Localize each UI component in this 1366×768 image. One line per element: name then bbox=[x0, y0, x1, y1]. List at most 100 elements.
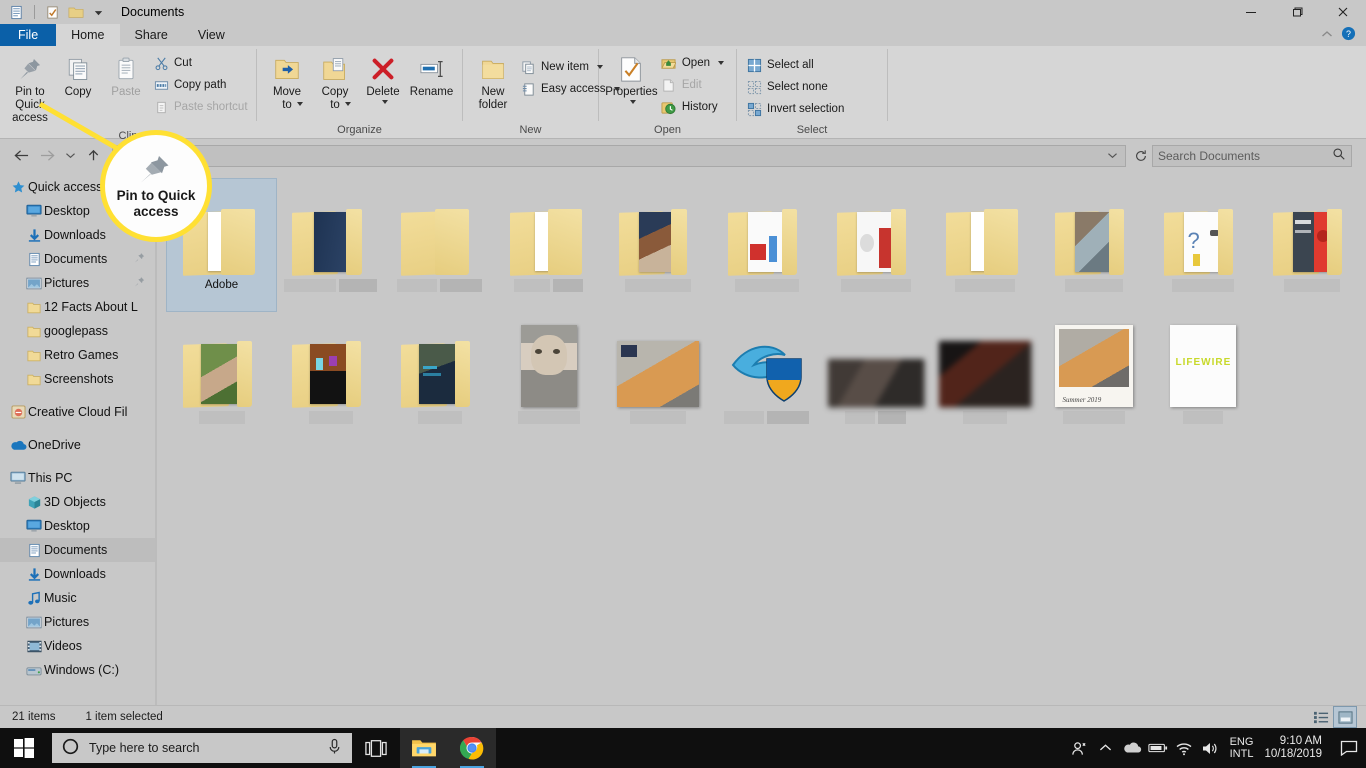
file-item[interactable]: Summer 2019 bbox=[1039, 311, 1148, 443]
pin-icon[interactable] bbox=[134, 252, 155, 266]
back-button[interactable] bbox=[8, 143, 34, 169]
new-folder-icon[interactable] bbox=[67, 4, 84, 21]
task-view-button[interactable] bbox=[352, 728, 400, 768]
file-explorer-button[interactable] bbox=[400, 728, 448, 768]
chevron-down-icon[interactable] bbox=[297, 102, 303, 106]
properties-button[interactable]: Properties bbox=[605, 50, 658, 106]
start-button[interactable] bbox=[0, 728, 48, 768]
details-view-button[interactable] bbox=[1310, 707, 1332, 727]
chrome-button[interactable] bbox=[448, 728, 496, 768]
tab-file[interactable]: File bbox=[0, 24, 57, 46]
open-button[interactable]: Open bbox=[658, 52, 730, 74]
sidebar-item-music[interactable]: Music bbox=[0, 586, 155, 610]
select-none-button[interactable]: Select none bbox=[743, 76, 850, 98]
tab-view[interactable]: View bbox=[183, 24, 240, 46]
action-center-button[interactable] bbox=[1332, 728, 1366, 768]
file-item[interactable] bbox=[494, 179, 603, 311]
search-input[interactable]: Search Documents bbox=[1158, 149, 1260, 163]
chevron-down-icon[interactable] bbox=[629, 100, 636, 104]
search-icon[interactable] bbox=[1332, 147, 1346, 164]
refresh-button[interactable] bbox=[1130, 146, 1152, 166]
file-item[interactable] bbox=[603, 311, 712, 443]
ribbon-collapse-icon[interactable] bbox=[1321, 28, 1333, 42]
history-button[interactable]: History bbox=[658, 96, 730, 118]
move-to-button[interactable]: Move to bbox=[263, 50, 311, 111]
edit-button[interactable]: Edit bbox=[658, 74, 730, 96]
customize-qat-icon[interactable] bbox=[90, 4, 107, 21]
language-indicator[interactable]: ENG INTL bbox=[1223, 736, 1261, 760]
address-bar[interactable]: Documents bbox=[112, 144, 1126, 167]
copy-button[interactable]: Copy bbox=[54, 50, 102, 101]
sidebar-item-3d-objects[interactable]: 3D Objects bbox=[0, 490, 155, 514]
close-button[interactable] bbox=[1320, 0, 1366, 24]
sidebar-item-documents[interactable]: Documents bbox=[0, 247, 155, 271]
copy-path-button[interactable]: Copy path bbox=[150, 74, 254, 96]
new-folder-button[interactable]: New folder bbox=[469, 50, 517, 114]
tab-home[interactable]: Home bbox=[56, 24, 120, 46]
rename-button[interactable]: Rename bbox=[407, 50, 456, 101]
sidebar-item-downloads[interactable]: Downloads bbox=[0, 562, 155, 586]
select-all-button[interactable]: Select all bbox=[743, 54, 850, 76]
chevron-down-icon[interactable] bbox=[345, 102, 351, 106]
wifi-icon[interactable] bbox=[1171, 728, 1197, 768]
file-item[interactable] bbox=[930, 311, 1039, 443]
sidebar-item-desktop[interactable]: Desktop bbox=[0, 514, 155, 538]
file-item[interactable]: LIFEWIRE bbox=[1148, 311, 1257, 443]
sidebar-item-screenshots[interactable]: Screenshots bbox=[0, 367, 155, 391]
taskbar-search-box[interactable]: Type here to search bbox=[52, 733, 352, 763]
chevron-down-icon[interactable] bbox=[1103, 146, 1121, 166]
file-list-view[interactable]: Adobe? Summer 2019 LIFEWIRE bbox=[157, 171, 1366, 705]
file-item[interactable] bbox=[821, 311, 930, 443]
forward-button[interactable] bbox=[34, 143, 60, 169]
sidebar-item-retro-games[interactable]: Retro Games bbox=[0, 343, 155, 367]
file-item[interactable] bbox=[167, 311, 276, 443]
battery-icon[interactable] bbox=[1145, 728, 1171, 768]
search-box[interactable]: Search Documents bbox=[1152, 144, 1352, 167]
file-item[interactable] bbox=[712, 179, 821, 311]
sidebar-item-onedrive[interactable]: OneDrive bbox=[0, 433, 155, 457]
delete-button[interactable]: Delete bbox=[359, 50, 407, 106]
paste-button[interactable]: Paste bbox=[102, 50, 150, 101]
file-item[interactable] bbox=[712, 311, 821, 443]
file-item[interactable] bbox=[1039, 179, 1148, 311]
sidebar-item-pictures[interactable]: Pictures bbox=[0, 610, 155, 634]
file-item[interactable] bbox=[385, 179, 494, 311]
file-item[interactable] bbox=[1257, 179, 1366, 311]
sidebar-item-windows-c[interactable]: Windows (C:) bbox=[0, 658, 155, 682]
chevron-down-icon[interactable] bbox=[381, 100, 388, 104]
microphone-icon[interactable] bbox=[327, 738, 342, 758]
file-item[interactable] bbox=[276, 311, 385, 443]
show-hidden-icons-icon[interactable] bbox=[1093, 728, 1119, 768]
cut-button[interactable]: Cut bbox=[150, 52, 254, 74]
sidebar-item-pictures[interactable]: Pictures bbox=[0, 271, 155, 295]
sidebar-item-documents[interactable]: Documents bbox=[0, 538, 155, 562]
pin-to-quick-access-button[interactable]: Pin to Quick access bbox=[6, 50, 54, 127]
clock[interactable]: 9:10 AM 10/18/2019 bbox=[1260, 735, 1332, 761]
sidebar-item-googlepass[interactable]: googlepass bbox=[0, 319, 155, 343]
large-icons-view-button[interactable] bbox=[1333, 706, 1357, 728]
help-icon[interactable]: ? bbox=[1341, 26, 1356, 44]
maximize-button[interactable] bbox=[1274, 0, 1320, 24]
chevron-down-icon[interactable] bbox=[718, 61, 724, 65]
file-item[interactable] bbox=[821, 179, 930, 311]
properties-check-icon[interactable] bbox=[44, 4, 61, 21]
cortana-icon[interactable] bbox=[62, 738, 79, 758]
sidebar-item-this-pc[interactable]: This PC bbox=[0, 466, 155, 490]
people-icon[interactable] bbox=[1067, 728, 1093, 768]
taskbar-search-input[interactable]: Type here to search bbox=[89, 741, 199, 755]
file-item[interactable] bbox=[494, 311, 603, 443]
sidebar-item-12-facts-about-l[interactable]: 12 Facts About L bbox=[0, 295, 155, 319]
properties-icon[interactable] bbox=[8, 4, 25, 21]
pin-icon[interactable] bbox=[134, 276, 155, 290]
file-item[interactable]: ? bbox=[1148, 179, 1257, 311]
tab-share[interactable]: Share bbox=[120, 24, 183, 46]
sidebar-item-videos[interactable]: Videos bbox=[0, 634, 155, 658]
up-button[interactable] bbox=[80, 143, 106, 169]
volume-icon[interactable] bbox=[1197, 728, 1223, 768]
file-item[interactable] bbox=[930, 179, 1039, 311]
paste-shortcut-button[interactable]: Paste shortcut bbox=[150, 96, 254, 118]
file-item[interactable] bbox=[276, 179, 385, 311]
file-item[interactable] bbox=[385, 311, 494, 443]
recent-locations-button[interactable] bbox=[60, 143, 80, 169]
minimize-button[interactable] bbox=[1228, 0, 1274, 24]
